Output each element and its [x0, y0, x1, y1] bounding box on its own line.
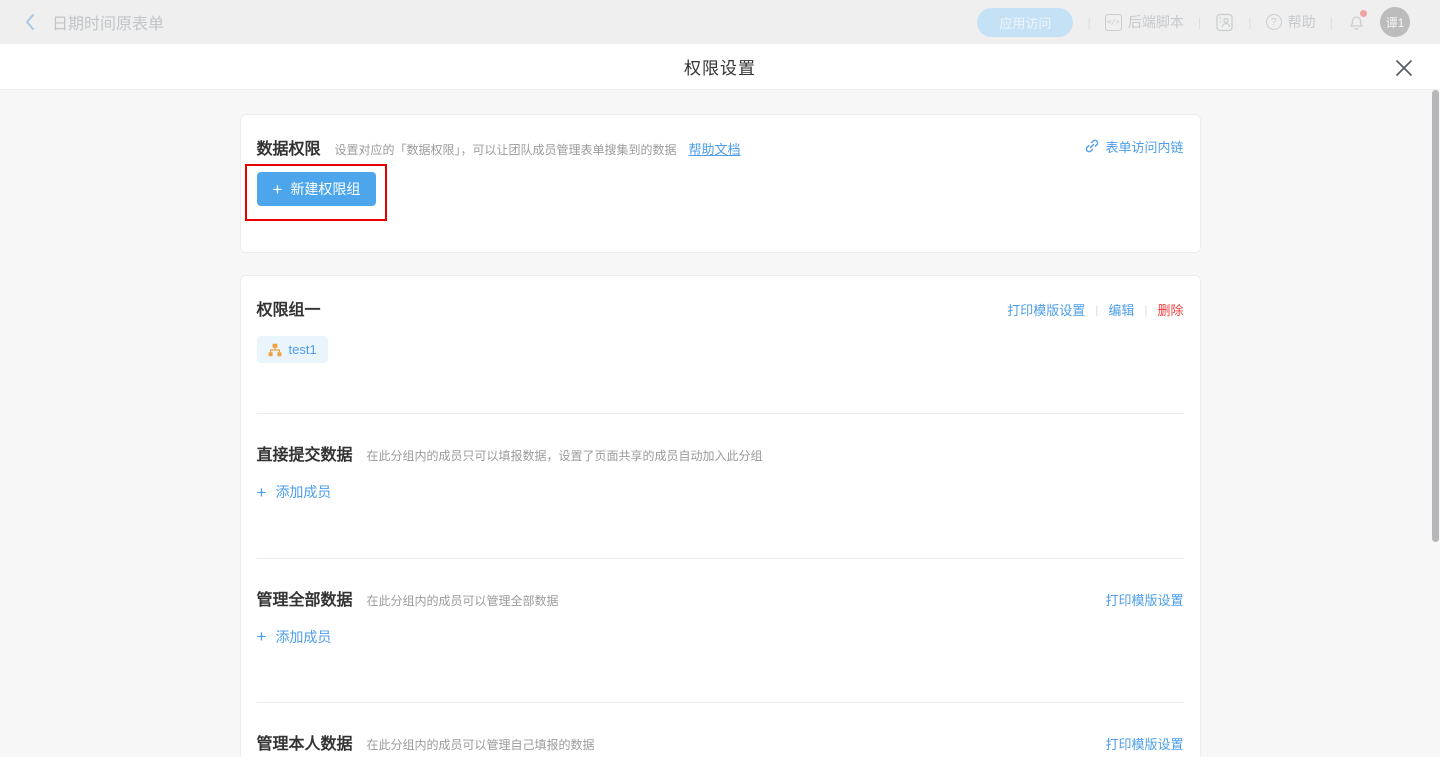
modal-header: 权限设置 — [0, 44, 1440, 90]
link-icon — [1084, 138, 1100, 154]
plus-icon: + — [273, 181, 283, 198]
form-access-link[interactable]: 表单访问内链 — [1084, 137, 1183, 156]
avatar[interactable]: 谭1 — [1380, 7, 1410, 37]
plus-icon: + — [257, 484, 267, 501]
help-doc-link[interactable]: 帮助文档 — [689, 139, 741, 158]
top-app-bar: 日期时间原表单 应用访问 | </> 后端脚本 | | ? 帮助 | — [0, 0, 1440, 44]
data-permission-card: 数据权限 设置对应的「数据权限」，可以让团队成员管理表单搜集到的数据 帮助文档 … — [240, 114, 1201, 253]
print-template-link[interactable]: 打印模版设置 — [1105, 590, 1183, 609]
section-direct-submit: 直接提交数据 在此分组内的成员只可以填报数据，设置了页面共享的成员自动加入此分组… — [257, 414, 1184, 503]
help-button[interactable]: ? 帮助 — [1266, 12, 1316, 32]
topbar-divider: | — [1198, 15, 1201, 30]
close-button[interactable] — [1392, 56, 1416, 80]
modal-scrollbar-thumb[interactable] — [1432, 90, 1439, 542]
member-tag-label: test1 — [289, 342, 317, 357]
section-title: 直接提交数据 — [257, 441, 353, 465]
add-member-label: 添加成员 — [275, 627, 331, 647]
data-permission-description: 设置对应的「数据权限」，可以让团队成员管理表单搜集到的数据 — [335, 141, 677, 158]
topbar-divider: | — [1087, 15, 1090, 30]
question-icon: ? — [1266, 14, 1282, 30]
add-member-button[interactable]: + 添加成员 — [257, 482, 332, 502]
back-icon[interactable] — [24, 13, 36, 31]
delete-link[interactable]: 删除 — [1157, 300, 1183, 319]
help-label: 帮助 — [1288, 12, 1316, 32]
backend-script-label: 后端脚本 — [1128, 12, 1184, 32]
new-permission-group-label: 新建权限组 — [290, 179, 360, 199]
modal-title: 权限设置 — [684, 54, 756, 79]
form-access-label: 表单访问内链 — [1105, 137, 1183, 156]
topbar-divider: | — [1330, 15, 1333, 30]
section-description: 在此分组内的成员只可以填报数据，设置了页面共享的成员自动加入此分组 — [367, 447, 763, 464]
section-description: 在此分组内的成员可以管理全部数据 — [367, 592, 559, 609]
org-tree-icon — [268, 343, 282, 357]
close-icon — [1394, 58, 1414, 78]
notification-button[interactable] — [1347, 12, 1366, 32]
add-member-label: 添加成员 — [275, 482, 331, 502]
section-description: 在此分组内的成员可以管理自己填报的数据 — [367, 736, 595, 753]
notification-dot — [1360, 10, 1367, 17]
link-divider: | — [1144, 303, 1147, 317]
print-template-link[interactable]: 打印模版设置 — [1007, 300, 1085, 319]
section-manage-all: 管理全部数据 在此分组内的成员可以管理全部数据 打印模版设置 + 添加成员 — [257, 559, 1184, 648]
add-member-button[interactable]: + 添加成员 — [257, 627, 332, 647]
section-manage-own: 管理本人数据 在此分组内的成员可以管理自己填报的数据 打印模版设置 — [257, 703, 1184, 754]
plus-icon: + — [257, 628, 267, 645]
group-title: 权限组一 — [257, 296, 321, 320]
modal-body: 数据权限 设置对应的「数据权限」，可以让团队成员管理表单搜集到的数据 帮助文档 … — [0, 90, 1440, 757]
app-access-button[interactable]: 应用访问 — [977, 8, 1073, 37]
data-permission-title: 数据权限 — [257, 135, 321, 159]
edit-link[interactable]: 编辑 — [1108, 300, 1134, 319]
link-divider: | — [1095, 303, 1098, 317]
permission-groups-card: 权限组一 打印模版设置 | 编辑 | 删除 test1 — [240, 275, 1201, 757]
section-title: 管理本人数据 — [257, 730, 353, 754]
topbar-divider: | — [1248, 15, 1251, 30]
code-icon: </> — [1105, 14, 1122, 31]
form-title: 日期时间原表单 — [52, 10, 164, 34]
members-button[interactable] — [1215, 13, 1234, 32]
new-permission-group-button[interactable]: + 新建权限组 — [257, 172, 377, 206]
members-icon — [1215, 13, 1234, 32]
member-tag[interactable]: test1 — [257, 336, 328, 363]
print-template-link[interactable]: 打印模版设置 — [1105, 734, 1183, 753]
section-title: 管理全部数据 — [257, 586, 353, 610]
backend-script-button[interactable]: </> 后端脚本 — [1105, 12, 1184, 32]
